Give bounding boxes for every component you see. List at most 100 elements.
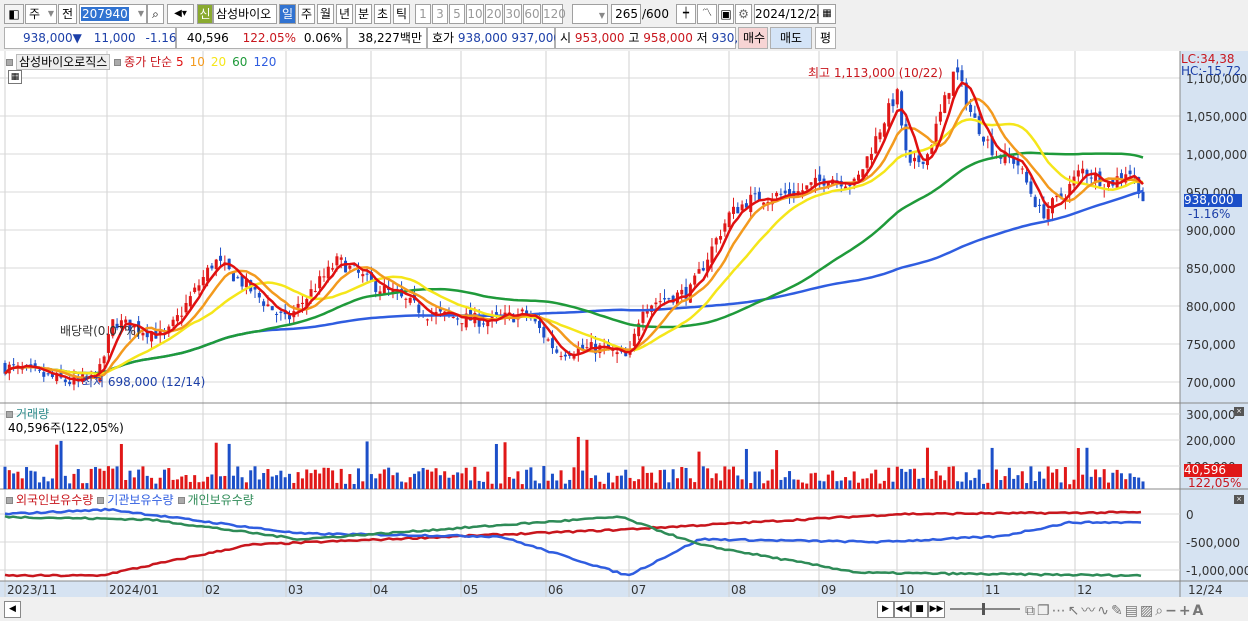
interval-button-20[interactable]: 20 (485, 4, 503, 24)
period-tab-2[interactable]: 월 (317, 4, 334, 24)
period-tab-3[interactable]: 년 (336, 4, 353, 24)
candle (318, 276, 322, 289)
period-tab-0[interactable]: 일 (279, 4, 296, 24)
holding-legend: 외국인보유수량 기관보유수량 개인보유수량 (6, 491, 258, 508)
chevron-down-icon: ▼ (598, 11, 605, 20)
volume-bar (413, 473, 417, 489)
average-button[interactable]: 평 (815, 27, 836, 49)
candle (913, 157, 917, 162)
volume-bar (365, 441, 369, 489)
market-select[interactable]: 주 ▼ (25, 4, 57, 24)
search-icon[interactable]: ⌕ (147, 4, 164, 24)
legend-square-icon (6, 59, 13, 66)
volume-bar (7, 470, 11, 489)
volume-bar (145, 475, 149, 489)
volume-bar (736, 475, 740, 489)
sell-button[interactable]: 매도 (770, 27, 812, 49)
volume-bar (1132, 476, 1136, 489)
volume-bar (542, 466, 546, 489)
period-tab-1[interactable]: 주 (298, 4, 315, 24)
candle (783, 190, 787, 194)
interval-button-1[interactable]: 1 (415, 4, 431, 24)
volume-bar (309, 473, 313, 489)
overlay-icon[interactable]: ⧉ (1025, 603, 1037, 619)
interval-button-10[interactable]: 10 (466, 4, 484, 24)
line-add-icon[interactable]: 〽 (697, 4, 717, 24)
close-icon[interactable]: × (1234, 495, 1244, 504)
calendar-icon[interactable]: ▦ (818, 4, 836, 24)
candle (417, 304, 421, 313)
candle (727, 212, 731, 228)
volume-bar (512, 478, 516, 489)
chart-tools[interactable]: ⧉❐⋯↖〰∿✎▤▨⌕−+A (1025, 600, 1205, 620)
wave-icon[interactable]: 〰 (1081, 603, 1097, 619)
y-tick-label: 900,000 (1186, 224, 1236, 238)
zoom-slider-handle[interactable] (982, 603, 985, 615)
volume-bar (456, 472, 460, 489)
text-icon[interactable]: A (1193, 603, 1206, 619)
volume-bar (434, 468, 438, 489)
volume-bar (619, 475, 623, 489)
period-tab-4[interactable]: 분 (355, 4, 372, 24)
volume-bar (1055, 469, 1059, 489)
volume-bar (188, 481, 192, 489)
period-tab-6[interactable]: 틱 (393, 4, 410, 24)
fast-forward-icon[interactable]: ▶▶ (928, 601, 945, 618)
rewind-icon[interactable]: ◀◀ (894, 601, 911, 618)
volume-bar (986, 482, 990, 489)
candle (300, 302, 304, 305)
plus-icon[interactable]: + (1179, 603, 1193, 619)
stop-icon[interactable]: ■ (911, 601, 928, 618)
interval-combo[interactable]: ▼ (572, 4, 608, 24)
scroll-left-icon[interactable]: ◀ (4, 601, 21, 618)
gear-icon[interactable]: ⚙ (735, 4, 752, 24)
volume-bar (486, 471, 490, 489)
prev-button[interactable]: 전 (58, 4, 77, 24)
volume-bar (533, 480, 537, 489)
interval-button-60[interactable]: 60 (523, 4, 541, 24)
candle (943, 95, 947, 113)
play-icon[interactable]: ▶ (877, 601, 894, 618)
volume-bar (757, 471, 761, 489)
volume-bar (654, 482, 658, 489)
volume-bar (917, 478, 921, 489)
compare-icon[interactable]: ⋯ (1052, 603, 1068, 619)
bar-tool-icon[interactable]: ▤ (1125, 603, 1140, 619)
minus-icon[interactable]: − (1165, 603, 1179, 619)
stock-title[interactable]: 삼성바이오로직스 (16, 54, 111, 70)
buy-button[interactable]: 매수 (738, 27, 768, 49)
stock-chart[interactable]: 1,100,0001,050,0001,000,000950,000900,00… (0, 51, 1248, 597)
magnifier-icon[interactable]: ⌕ (1155, 603, 1165, 619)
chevron-down-icon: ▼ (47, 9, 54, 18)
save-icon[interactable]: ▣ (718, 4, 734, 24)
candle (425, 319, 429, 321)
volume-bar (602, 483, 606, 489)
interval-button-120[interactable]: 120 (542, 4, 566, 24)
interval-button-3[interactable]: 3 (432, 4, 448, 24)
pen-icon[interactable]: ✎ (1111, 603, 1125, 619)
count-input[interactable]: 265 (611, 4, 641, 24)
close-icon[interactable]: × (1234, 407, 1244, 416)
period-tab-5[interactable]: 초 (374, 4, 391, 24)
speaker-icon[interactable]: ◀▾ (167, 4, 194, 24)
date-input[interactable]: 2024/12/24 (754, 4, 824, 24)
candle-add-icon[interactable]: ┿ (676, 4, 696, 24)
line-tool-icon[interactable]: ∿ (1097, 603, 1111, 619)
trend-icon[interactable]: ↖ (1068, 603, 1082, 619)
stock-name-field[interactable]: 삼성바이오 (213, 4, 277, 24)
volume-bar (1007, 467, 1011, 489)
candle (775, 192, 779, 197)
copy-icon[interactable]: ❐ (1037, 603, 1052, 619)
stock-code-input[interactable]: 207940 ▼ (79, 4, 147, 24)
layout-icon[interactable]: ◧ (4, 4, 24, 24)
interval-button-30[interactable]: 30 (504, 4, 522, 24)
interval-button-5[interactable]: 5 (449, 4, 465, 24)
hc-value: HC:-15,72 (1181, 64, 1242, 78)
zoom-slider[interactable] (950, 608, 1020, 610)
volume-bar (1128, 473, 1132, 489)
candle (206, 267, 210, 282)
candle (1081, 168, 1085, 174)
volume-bar (1068, 484, 1072, 489)
grid-icon[interactable]: ▦ (8, 70, 22, 84)
chart-tool-icon[interactable]: ▨ (1140, 603, 1155, 619)
